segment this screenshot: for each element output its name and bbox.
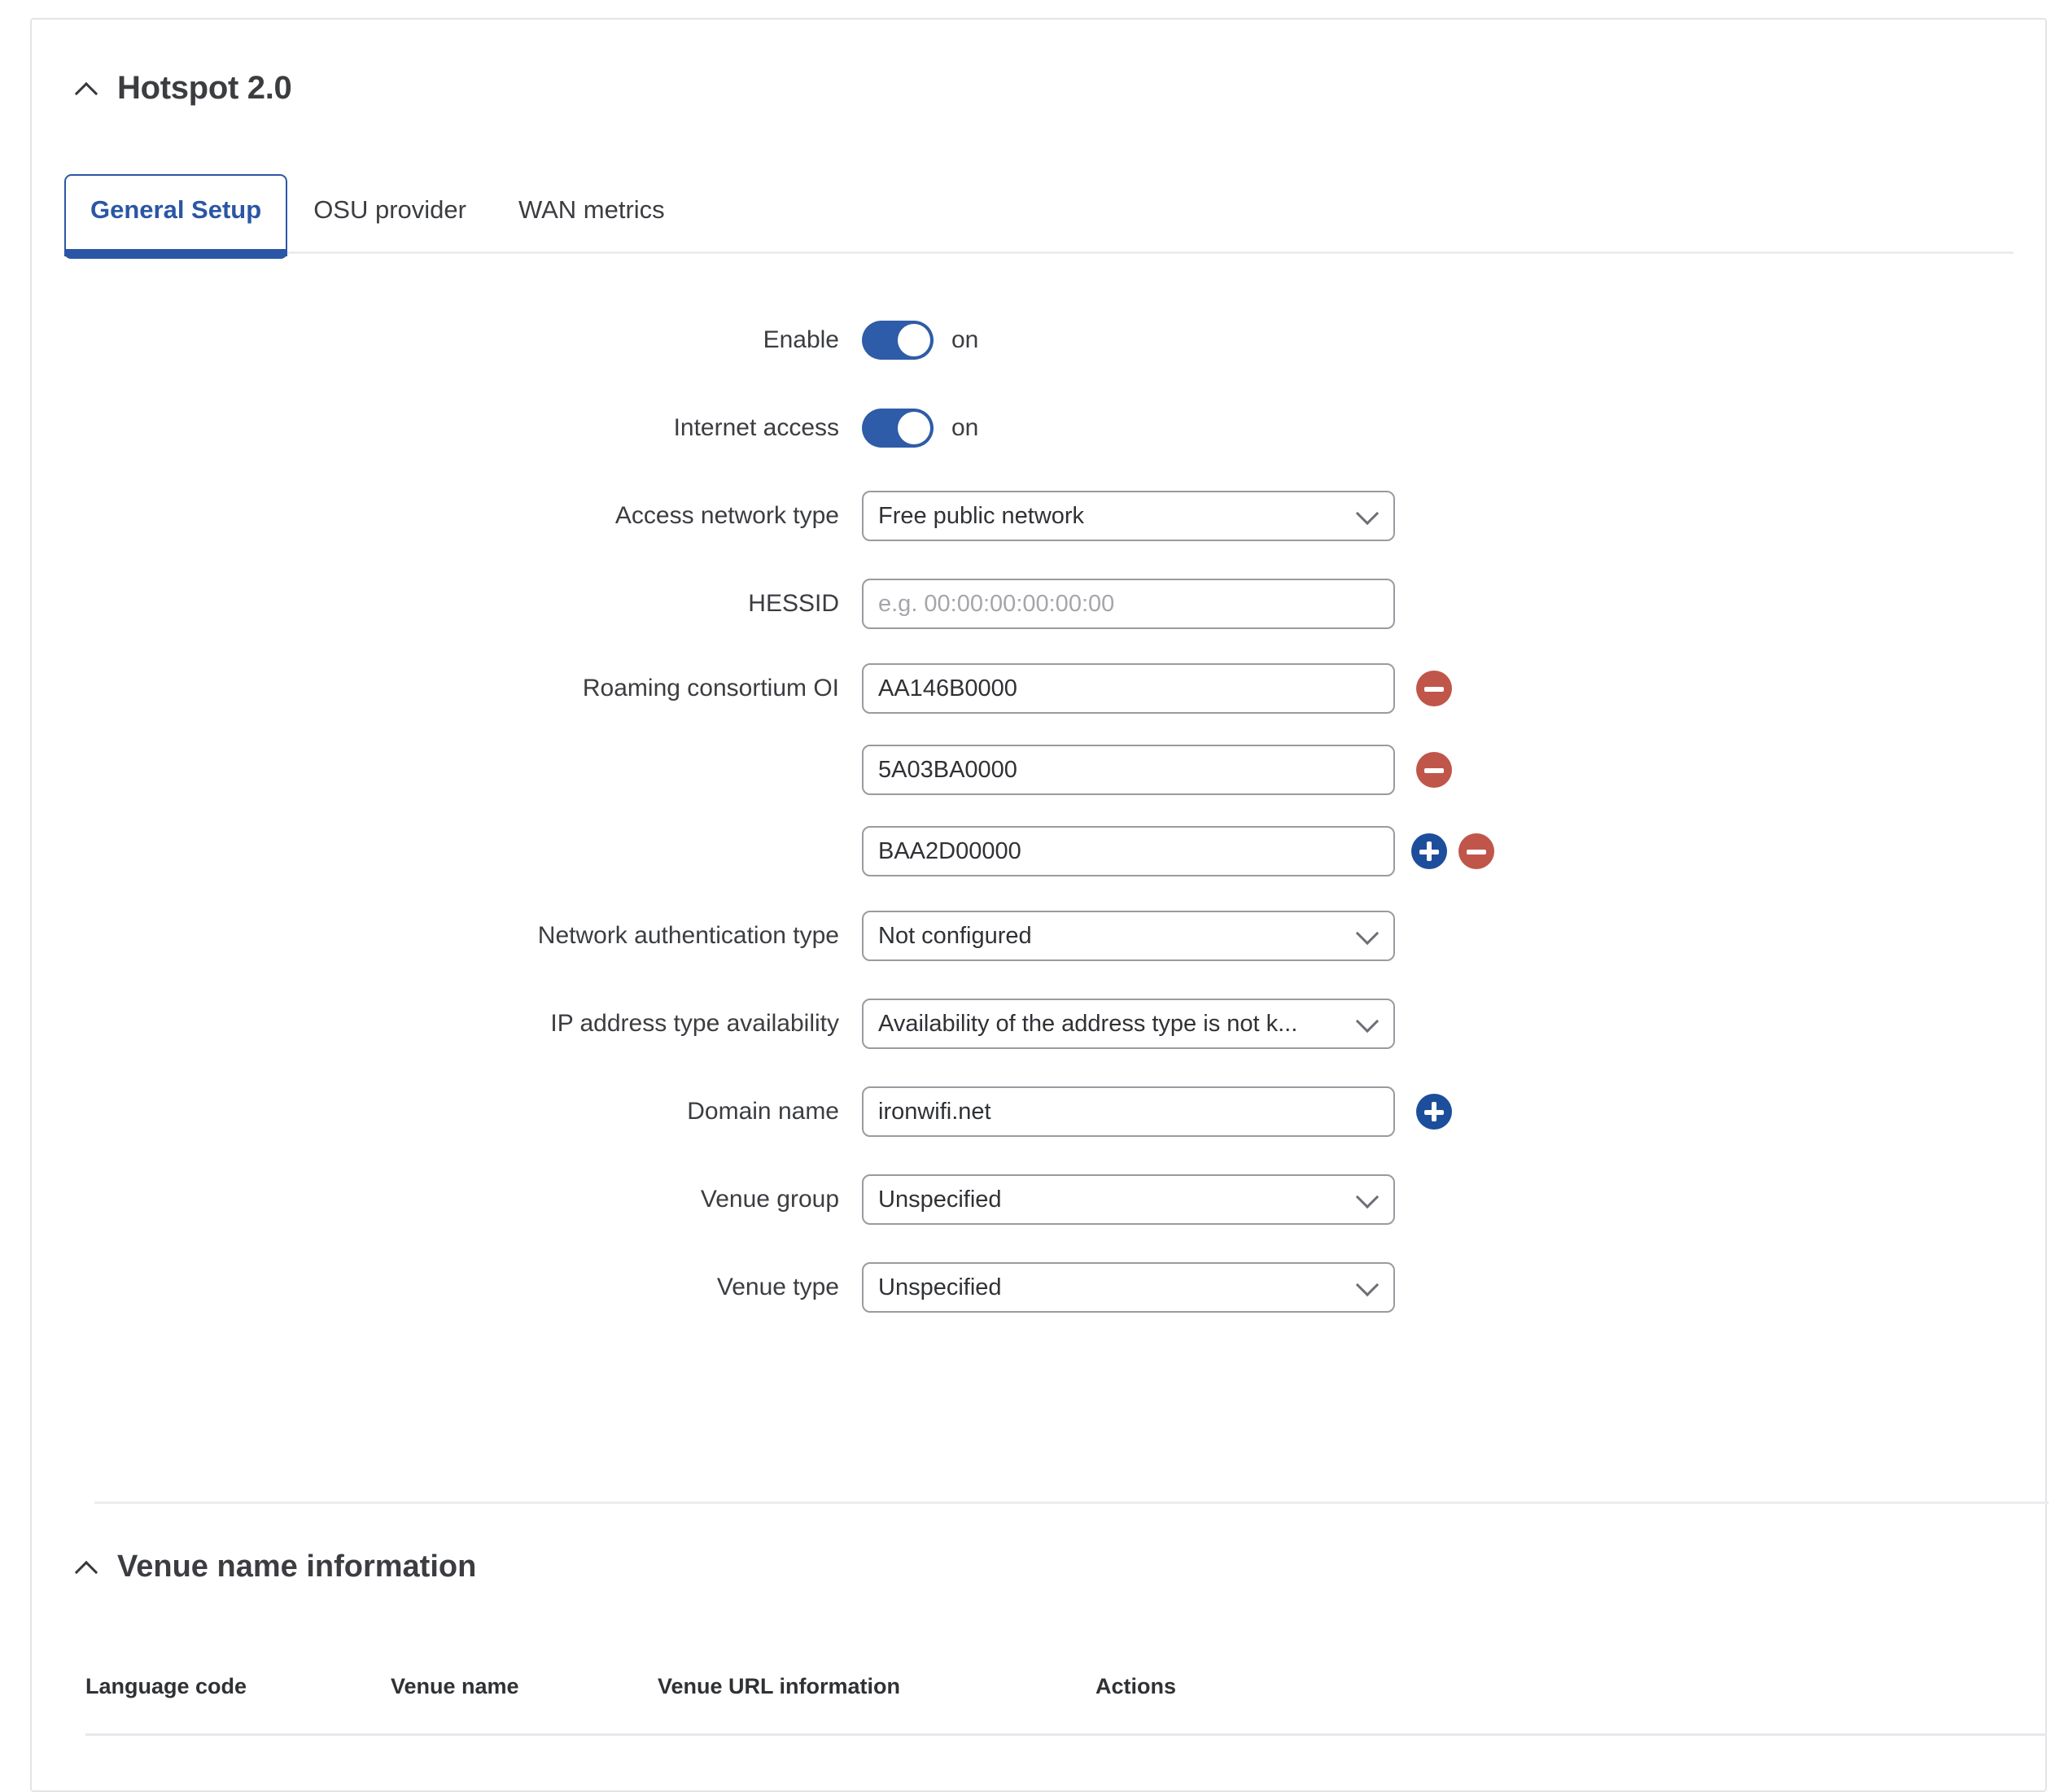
venue-name-table: Language code Venue name Venue URL infor… (85, 1674, 2047, 1736)
remove-roaming-oi-button-1[interactable] (1416, 671, 1452, 706)
field-row-venue-type: Venue type Unspecified (32, 1243, 2045, 1331)
venue-type-value: Unspecified (878, 1274, 1002, 1300)
field-row-access-network-type: Access network type Free public network (32, 472, 2045, 560)
field-row-roaming-consortium-oi-3: BAA2D00000 (32, 811, 2045, 892)
internet-access-toggle-state: on (951, 414, 979, 441)
section-header-venue-name-information[interactable]: Venue name information (75, 1549, 476, 1584)
field-row-domain-name: Domain name ironwifi.net (32, 1068, 2045, 1156)
network-authentication-type-value: Not configured (878, 922, 1032, 949)
enable-toggle[interactable] (862, 321, 934, 360)
roaming-consortium-oi-input-1[interactable]: AA146B0000 (862, 663, 1395, 714)
column-header-venue-name: Venue name (391, 1674, 519, 1698)
minus-icon (1424, 686, 1444, 692)
column-header-venue-url-information: Venue URL information (658, 1674, 901, 1698)
hessid-placeholder: e.g. 00:00:00:00:00:00 (878, 590, 1115, 617)
label-access-network-type: Access network type (614, 502, 839, 529)
page-title: Hotspot 2.0 (117, 70, 292, 106)
domain-name-input[interactable]: ironwifi.net (862, 1086, 1395, 1137)
label-internet-access: Internet access (673, 414, 839, 441)
tab-bar: General Setup OSU provider WAN metrics (64, 174, 2014, 259)
control-ip-address-type-availability: Availability of the address type is not … (862, 999, 1395, 1049)
label-roaming-consortium-oi: Roaming consortium OI (582, 675, 839, 702)
section-header-hotspot[interactable]: Hotspot 2.0 (75, 70, 292, 107)
label-enable: Enable (763, 326, 839, 353)
field-row-hessid: HESSID e.g. 00:00:00:00:00:00 (32, 560, 2045, 648)
plus-icon-vertical (1427, 841, 1432, 861)
access-network-type-select[interactable]: Free public network (862, 491, 1395, 541)
chevron-down-icon (1358, 1013, 1375, 1031)
venue-group-select[interactable]: Unspecified (862, 1174, 1395, 1225)
minus-icon (1467, 849, 1486, 854)
toggle-knob (898, 324, 930, 356)
section-divider (94, 1501, 2049, 1504)
label-hessid: HESSID (748, 590, 839, 617)
field-row-roaming-consortium-oi-2: 5A03BA0000 (32, 729, 2045, 811)
control-venue-group: Unspecified (862, 1174, 1395, 1225)
venue-group-value: Unspecified (878, 1186, 1002, 1213)
field-row-internet-access: Internet access on (32, 384, 2045, 472)
field-group-roaming-consortium-oi: Roaming consortium OI AA146B0000 5A03BA0… (32, 648, 2045, 892)
access-network-type-value: Free public network (878, 502, 1085, 529)
roaming-consortium-oi-input-3[interactable]: BAA2D00000 (862, 826, 1395, 876)
ip-address-type-availability-value: Availability of the address type is not … (878, 1010, 1298, 1037)
hotspot-settings-card: Hotspot 2.0 General Setup OSU provider W… (30, 18, 2049, 1792)
label-venue-group: Venue group (700, 1186, 839, 1213)
enable-toggle-state: on (951, 326, 979, 353)
field-row-venue-group: Venue group Unspecified (32, 1156, 2045, 1243)
roaming-consortium-oi-value-2: 5A03BA0000 (878, 756, 1017, 783)
chevron-down-icon (1358, 1277, 1375, 1295)
toggle-knob (898, 412, 930, 444)
field-row-roaming-consortium-oi-1: Roaming consortium OI AA146B0000 (32, 648, 2045, 729)
tab-osu-provider[interactable]: OSU provider (287, 174, 492, 247)
tab-wan-metrics[interactable]: WAN metrics (492, 174, 691, 247)
chevron-down-icon (1358, 1189, 1375, 1207)
column-header-actions: Actions (1095, 1674, 1177, 1698)
label-ip-address-type-availability: IP address type availability (550, 1010, 839, 1037)
plus-icon-vertical (1432, 1102, 1436, 1121)
network-authentication-type-select[interactable]: Not configured (862, 911, 1395, 961)
internet-access-toggle[interactable] (862, 409, 934, 448)
roaming-consortium-oi-value-1: AA146B0000 (878, 675, 1017, 702)
control-internet-access: on (862, 409, 978, 448)
roaming-consortium-oi-value-3: BAA2D00000 (878, 837, 1021, 864)
venue-type-select[interactable]: Unspecified (862, 1262, 1395, 1313)
field-row-ip-address-type-availability: IP address type availability Availabilit… (32, 980, 2045, 1068)
control-roaming-oi-1: AA146B0000 (862, 663, 1452, 714)
field-row-network-authentication-type: Network authentication type Not configur… (32, 892, 2045, 980)
control-roaming-oi-2: 5A03BA0000 (862, 745, 1452, 795)
add-roaming-oi-button[interactable] (1411, 833, 1447, 869)
chevron-down-icon (1358, 925, 1375, 943)
label-network-authentication-type: Network authentication type (537, 922, 839, 949)
add-domain-name-button[interactable] (1416, 1094, 1452, 1130)
minus-icon (1424, 767, 1444, 773)
control-venue-type: Unspecified (862, 1262, 1395, 1313)
control-access-network-type: Free public network (862, 491, 1395, 541)
domain-name-value: ironwifi.net (878, 1098, 991, 1125)
control-hessid: e.g. 00:00:00:00:00:00 (862, 579, 1395, 629)
chevron-up-icon[interactable] (75, 1556, 98, 1579)
label-venue-type: Venue type (716, 1274, 839, 1300)
control-roaming-oi-3: BAA2D00000 (862, 826, 1494, 876)
table-header-row: Language code Venue name Venue URL infor… (85, 1674, 2047, 1736)
label-domain-name: Domain name (687, 1098, 839, 1125)
chevron-up-icon[interactable] (75, 77, 98, 100)
control-network-authentication-type: Not configured (862, 911, 1395, 961)
tab-general-setup[interactable]: General Setup (64, 174, 288, 259)
general-setup-form: Enable on Internet access on Access netw… (32, 296, 2045, 1331)
field-row-enable: Enable on (32, 296, 2045, 384)
chevron-down-icon (1358, 505, 1375, 523)
control-domain-name: ironwifi.net (862, 1086, 1452, 1137)
control-enable: on (862, 321, 978, 360)
column-header-language-code: Language code (85, 1674, 247, 1698)
remove-roaming-oi-button-2[interactable] (1416, 752, 1452, 788)
remove-roaming-oi-button-3[interactable] (1458, 833, 1494, 869)
roaming-consortium-oi-input-2[interactable]: 5A03BA0000 (862, 745, 1395, 795)
hessid-input[interactable]: e.g. 00:00:00:00:00:00 (862, 579, 1395, 629)
venue-section-title: Venue name information (117, 1549, 477, 1584)
ip-address-type-availability-select[interactable]: Availability of the address type is not … (862, 999, 1395, 1049)
